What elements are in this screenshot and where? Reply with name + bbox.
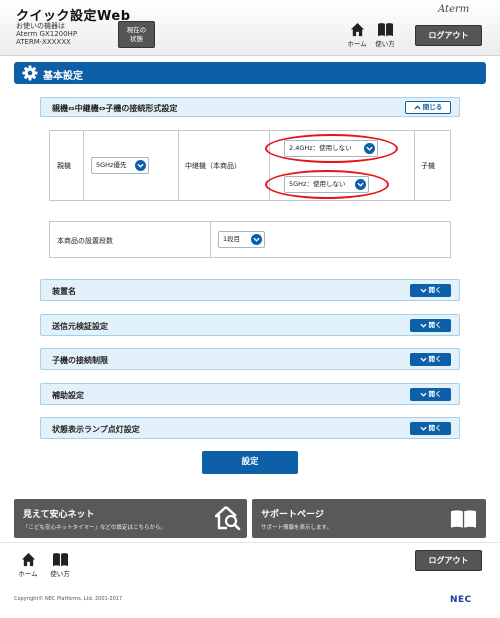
- chevron-down-icon: [135, 160, 146, 171]
- mieteanshin-net-banner[interactable]: 見えて安心ネット 「こども安心ネットタイマー」などの設定はこちらから。: [14, 499, 247, 538]
- installation-stage-label: 本商品の設置段数: [57, 237, 113, 245]
- guide-label: 使い方: [50, 570, 70, 578]
- logout-button[interactable]: ログアウト: [415, 25, 482, 46]
- accordion-title: 子機の接続制限: [52, 356, 108, 365]
- gear-icon: [22, 65, 38, 81]
- promo-title: サポートページ: [261, 510, 324, 520]
- accordion-title: 補助設定: [52, 391, 84, 400]
- copyright: Copyright© NEC Platforms, Ltd. 2001-2017: [14, 596, 123, 602]
- open-button[interactable]: 開く: [410, 388, 451, 401]
- highlight-oval-5ghz: [265, 170, 389, 199]
- close-label: 閉じる: [422, 103, 443, 111]
- book-icon: [377, 23, 393, 37]
- connection-mode-title: 親機⇔中継機⇔子機の接続形式設定: [52, 104, 178, 113]
- chevron-up-icon: [414, 104, 421, 110]
- chevron-down-icon: [419, 357, 427, 362]
- home-link[interactable]: ホーム: [343, 22, 371, 48]
- footer-divider: [0, 542, 500, 543]
- aterm-logo: Aterm: [438, 4, 470, 15]
- open-button[interactable]: 開く: [410, 422, 451, 435]
- current-status-button[interactable]: 現在の 状態: [118, 21, 155, 48]
- accordion-title: 装置名: [52, 287, 76, 296]
- home-icon: [21, 552, 35, 567]
- footer-guide-link[interactable]: 使い方: [46, 552, 74, 578]
- support-page-banner[interactable]: サポートページ サポート情報を表示します。: [252, 499, 486, 538]
- installation-stage-select[interactable]: 1段目: [218, 231, 265, 248]
- chevron-down-icon: [419, 392, 427, 397]
- accordion-title: 送信元検証設定: [52, 322, 108, 331]
- chevron-down-icon: [419, 323, 427, 328]
- chevron-down-icon: [419, 426, 427, 431]
- device-model: Aterm GX1200HP: [16, 30, 78, 38]
- open-label: 開く: [428, 390, 442, 398]
- home-label: ホーム: [347, 40, 367, 48]
- section-title: 基本設定: [43, 71, 83, 82]
- home-search-icon: [215, 506, 241, 530]
- highlight-oval-24ghz: [265, 134, 398, 163]
- book-icon: [450, 510, 477, 528]
- accordion-client-restriction[interactable]: 子機の接続制限 開く: [40, 348, 460, 370]
- book-icon: [52, 553, 68, 567]
- open-label: 開く: [428, 286, 442, 294]
- device-label: お使いの機器は: [16, 22, 65, 30]
- promo-description: 「こども安心ネットタイマー」などの設定はこちらから。: [23, 525, 167, 531]
- guide-link[interactable]: 使い方: [371, 22, 399, 48]
- guide-label: 使い方: [375, 40, 395, 48]
- accordion-status-lamp[interactable]: 状態表示ランプ点灯設定 開く: [40, 417, 460, 439]
- open-label: 開く: [428, 424, 442, 432]
- home-label: ホーム: [18, 570, 38, 578]
- chevron-down-icon: [419, 288, 427, 293]
- child-label: 子機: [421, 162, 435, 170]
- installation-stage-table: 本商品の設置段数 1段目: [49, 221, 451, 258]
- repeater-label: 中継機（本商品）: [185, 162, 241, 170]
- nec-logo: NEC: [450, 595, 472, 605]
- promo-description: サポート情報を表示します。: [261, 525, 332, 531]
- home-icon: [350, 22, 364, 37]
- installation-stage-value: 1段目: [223, 235, 241, 243]
- apply-settings-button[interactable]: 設定: [202, 451, 298, 474]
- device-info: お使いの機器は Aterm GX1200HP ATERM-XXXXXX: [16, 22, 77, 46]
- accordion-auxiliary-settings[interactable]: 補助設定 開く: [40, 383, 460, 405]
- connection-mode-close-button[interactable]: 閉じる: [405, 101, 451, 114]
- device-id: ATERM-XXXXXX: [16, 38, 71, 46]
- open-button[interactable]: 開く: [410, 284, 451, 297]
- open-button[interactable]: 開く: [410, 353, 451, 366]
- connection-mode-header: 親機⇔中継機⇔子機の接続形式設定 閉じる: [40, 97, 460, 117]
- footer-home-link[interactable]: ホーム: [14, 552, 42, 578]
- open-label: 開く: [428, 321, 442, 329]
- accordion-device-name[interactable]: 装置名 開く: [40, 279, 460, 301]
- accordion-title: 状態表示ランプ点灯設定: [52, 425, 140, 434]
- header: クイック設定Web お使いの機器は Aterm GX1200HP ATERM-X…: [0, 0, 500, 56]
- parent-label: 親機: [57, 162, 71, 170]
- open-button[interactable]: 開く: [410, 319, 451, 332]
- footer-logout-button[interactable]: ログアウト: [415, 550, 482, 571]
- parent-band-value: 5GHz優先: [96, 161, 127, 169]
- chevron-down-icon: [251, 234, 262, 245]
- parent-band-select[interactable]: 5GHz優先: [91, 157, 149, 174]
- connection-mode-table: 親機 5GHz優先 中継機（本商品） 2.4GHz：使用しない 5GHz：使用し…: [49, 130, 451, 201]
- accordion-source-verification[interactable]: 送信元検証設定 開く: [40, 314, 460, 336]
- open-label: 開く: [428, 355, 442, 363]
- section-title-bar: 基本設定: [14, 62, 486, 84]
- promo-title: 見えて安心ネット: [23, 510, 95, 520]
